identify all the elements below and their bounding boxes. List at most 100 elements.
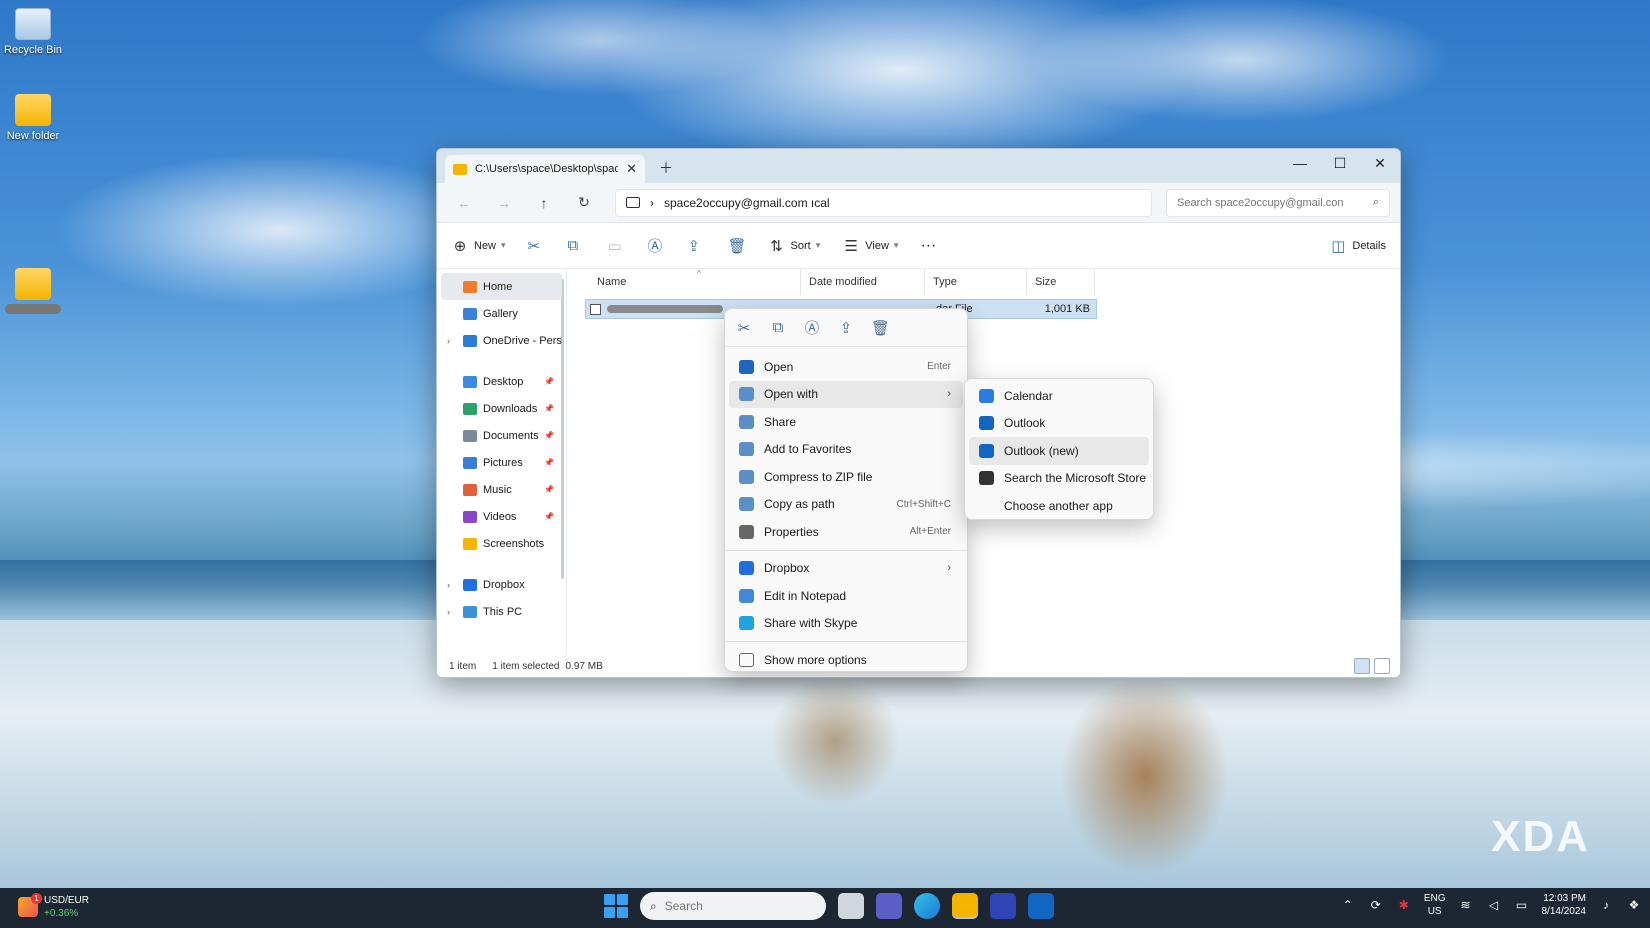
column-name[interactable]: Name — [589, 269, 801, 295]
up-icon[interactable]: ↑ — [527, 195, 561, 211]
sidebar-item-this-pc[interactable]: › This PC — [437, 598, 566, 625]
column-headers: ^ Name Date modified Type Size — [567, 269, 1400, 295]
chevron-right-icon[interactable]: › — [447, 580, 450, 590]
menu-item-share[interactable]: Share — [729, 408, 963, 436]
copy-icon[interactable]: ⧉ — [769, 319, 787, 336]
clock[interactable]: 12:03 PM 8/14/2024 — [1542, 892, 1587, 918]
wifi-icon[interactable]: ≋ — [1458, 898, 1474, 912]
column-date-modified[interactable]: Date modified — [801, 269, 925, 295]
menu-item-open-with[interactable]: Open with › — [729, 380, 963, 408]
sidebar-item-onedrive-pers[interactable]: › OneDrive - Pers — [437, 327, 566, 354]
folder-icon — [453, 163, 467, 175]
sidebar-item-label: Music — [483, 483, 512, 496]
taskbar-search[interactable]: ⌕ — [640, 892, 826, 920]
delete-icon[interactable]: 🗑 — [728, 237, 747, 255]
close-window-icon[interactable]: ✕ — [1364, 155, 1396, 172]
back-icon[interactable]: ← — [447, 195, 481, 211]
menu-item-show-more-options[interactable]: Show more options — [729, 646, 963, 674]
menu-item-compress-to-zip-file[interactable]: Compress to ZIP file — [729, 463, 963, 491]
desktop-icon-folder[interactable] — [0, 268, 66, 314]
language-indicator[interactable]: ENG US — [1424, 892, 1446, 918]
widgets-button[interactable]: 1 USD/EUR +0.36% — [18, 893, 89, 920]
sidebar-item-music[interactable]: Music 📌 — [437, 476, 566, 503]
forward-icon[interactable]: → — [487, 195, 521, 211]
widget-change: +0.36% — [44, 908, 79, 919]
close-tab-icon[interactable]: ✕ — [626, 161, 637, 177]
outlook-icon[interactable] — [1028, 893, 1054, 919]
cut-icon[interactable]: ✂ — [528, 237, 546, 255]
battery-icon[interactable]: ▭ — [1514, 898, 1530, 912]
teams-icon[interactable] — [876, 893, 902, 919]
new-button[interactable]: ⊕ New ▾ — [451, 237, 506, 255]
sidebar-item-documents[interactable]: Documents 📌 — [437, 422, 566, 449]
edge-icon[interactable] — [914, 893, 940, 919]
sidebar-item-screenshots[interactable]: Screenshots — [437, 530, 566, 557]
cut-icon[interactable]: ✂ — [735, 319, 753, 337]
chevron-up-icon[interactable]: ⌃ — [1340, 898, 1356, 912]
desktop-icon-new-folder[interactable]: New folder — [0, 94, 66, 142]
sidebar-item-gallery[interactable]: Gallery — [437, 300, 566, 327]
new-tab-icon[interactable]: ＋ — [659, 158, 673, 178]
view-button[interactable]: ☰ View ▾ — [842, 237, 899, 255]
rename-icon[interactable]: Ⓐ — [648, 235, 666, 256]
menu-item-properties[interactable]: Properties Alt+Enter — [729, 518, 963, 546]
details-pane-button[interactable]: ◫ Details — [1329, 237, 1386, 255]
column-type[interactable]: Type — [925, 269, 1027, 295]
submenu-item-outlook-new[interactable]: Outlook (new) — [969, 437, 1149, 465]
outlook-new-icon — [979, 443, 994, 458]
sidebar-item-pictures[interactable]: Pictures 📌 — [437, 449, 566, 476]
sidebar-item-dropbox[interactable]: › Dropbox — [437, 571, 566, 598]
details-view-icon[interactable] — [1354, 658, 1370, 674]
menu-item-copy-as-path[interactable]: Copy as path Ctrl+Shift+C — [729, 491, 963, 519]
refresh-icon[interactable]: ↻ — [567, 194, 601, 211]
submenu-item-calendar[interactable]: Calendar — [969, 382, 1149, 410]
sync-icon[interactable]: ⟳ — [1368, 898, 1384, 912]
sidebar-item-downloads[interactable]: Downloads 📌 — [437, 395, 566, 422]
file-explorer-icon[interactable] — [952, 893, 978, 919]
tiles-view-icon[interactable] — [1374, 658, 1390, 674]
sidebar-item-videos[interactable]: Videos 📌 — [437, 503, 566, 530]
share-icon[interactable]: ⇪ — [837, 319, 855, 337]
search-box[interactable]: ⌕ — [1166, 188, 1390, 217]
address-bar[interactable]: › space2occupy@gmail.com ıcal — [615, 188, 1152, 217]
maximize-icon[interactable]: ☐ — [1324, 155, 1356, 172]
pin-icon: 📌 — [544, 404, 554, 413]
menu-item-edit-in-notepad[interactable]: Edit in Notepad — [729, 582, 963, 610]
menu-item-share-with-skype[interactable]: Share with Skype — [729, 610, 963, 638]
properties-icon — [739, 524, 754, 539]
copilot-icon[interactable]: ❖ — [1626, 898, 1642, 912]
menu-item-dropbox[interactable]: Dropbox › — [729, 555, 963, 583]
menu-item-add-to-favorites[interactable]: Add to Favorites — [729, 436, 963, 464]
paste-icon[interactable]: ▭ — [608, 237, 626, 255]
volume-icon[interactable]: ◁ — [1486, 898, 1502, 912]
music-icon — [463, 483, 477, 496]
submenu-item-search-the-microsoft-store[interactable]: Search the Microsoft Store — [969, 465, 1149, 493]
app-icon[interactable] — [990, 893, 1016, 919]
task-view-icon[interactable] — [838, 893, 864, 919]
submenu-item-choose-another-app[interactable]: Choose another app — [969, 492, 1149, 520]
copy-icon[interactable]: ⧉ — [568, 237, 586, 254]
widget-text: USD/EUR +0.36% — [44, 894, 89, 920]
share-icon[interactable]: ⇪ — [688, 237, 706, 255]
start-icon[interactable] — [604, 894, 628, 918]
search-input[interactable] — [1177, 196, 1373, 209]
sidebar-item-desktop[interactable]: Desktop 📌 — [437, 368, 566, 395]
submenu-item-outlook[interactable]: Outlook — [969, 410, 1149, 438]
desktop-icon-recycle-bin[interactable]: Recycle Bin — [0, 8, 66, 56]
notification-bell-icon[interactable]: ♪ — [1598, 898, 1614, 912]
menu-item-open[interactable]: Open Enter — [729, 353, 963, 381]
navigation-bar: ← → ↑ ↻ › space2occupy@gmail.com ıcal ⌕ — [437, 183, 1400, 223]
taskbar-search-input[interactable] — [664, 899, 775, 913]
explorer-tab[interactable]: C:\Users\space\Desktop\space ✕ — [445, 155, 645, 183]
more-options-icon[interactable]: ··· — [920, 237, 936, 255]
rename-icon[interactable]: Ⓐ — [803, 317, 821, 338]
chevron-right-icon[interactable]: › — [447, 336, 450, 346]
row-checkbox[interactable] — [590, 303, 601, 315]
sidebar-item-home[interactable]: Home — [441, 273, 562, 300]
delete-icon[interactable]: 🗑 — [871, 319, 890, 337]
minimize-icon[interactable]: — — [1284, 155, 1316, 171]
chevron-right-icon[interactable]: › — [447, 607, 450, 617]
column-size[interactable]: Size — [1027, 269, 1095, 295]
app-tray-icon[interactable]: ✱ — [1396, 898, 1412, 912]
sort-button[interactable]: ⇅ Sort ▾ — [768, 237, 820, 255]
